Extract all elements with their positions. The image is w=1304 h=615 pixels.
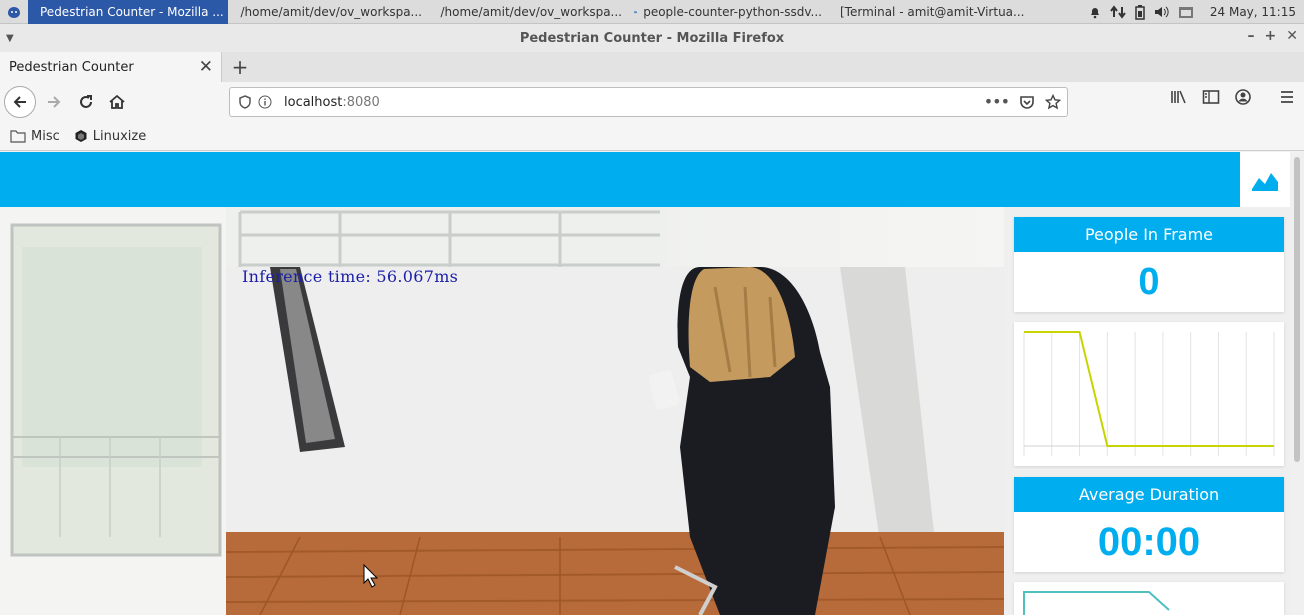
- bookmarks-toolbar: Misc Linuxize: [0, 122, 1304, 151]
- window-menu-icon[interactable]: ▼: [6, 33, 14, 44]
- address-bar[interactable]: localhost:8080 •••: [229, 87, 1068, 117]
- page-actions-icon[interactable]: •••: [984, 92, 1010, 111]
- home-button[interactable]: [103, 88, 131, 116]
- average-duration-sparkline: [1023, 591, 1170, 615]
- bookmark-linuxize[interactable]: Linuxize: [74, 129, 146, 144]
- taskbar-item-label: Pedestrian Counter - Mozilla ...: [40, 4, 224, 19]
- taskbar-item-label: [Terminal - amit@amit-Virtua...: [840, 4, 1025, 19]
- info-icon[interactable]: [255, 95, 275, 109]
- close-tab-icon[interactable]: ✕: [199, 57, 213, 77]
- library-icon[interactable]: [1170, 89, 1188, 105]
- video-frame-image: [0, 207, 1004, 615]
- average-duration-card: Average Duration 00:00: [1014, 477, 1284, 572]
- taskbar-item-firefox[interactable]: Pedestrian Counter - Mozilla ...: [28, 0, 228, 24]
- clock[interactable]: 24 May, 11:15: [1210, 5, 1296, 19]
- taskbar-item-label: /home/amit/dev/ov_workspa...: [440, 4, 622, 19]
- taskbar-item-editor-1[interactable]: /home/amit/dev/ov_workspa...: [228, 0, 428, 24]
- taskbar-item-label: /home/amit/dev/ov_workspa...: [240, 4, 422, 19]
- people-in-frame-chart-card: [1014, 322, 1284, 466]
- people-in-frame-value: 0: [1138, 260, 1160, 303]
- navigation-toolbar: localhost:8080 •••: [0, 82, 1304, 122]
- app-header-bar: [0, 152, 1240, 207]
- people-in-frame-card: People In Frame 0: [1014, 217, 1284, 312]
- battery-icon[interactable]: [1134, 4, 1146, 20]
- people-in-frame-label: People In Frame: [1014, 217, 1284, 252]
- home-icon: [109, 94, 125, 109]
- volume-icon[interactable]: [1154, 5, 1170, 19]
- url-text[interactable]: localhost:8080: [284, 95, 380, 110]
- notification-bell-icon[interactable]: [1088, 5, 1102, 19]
- tab-title: Pedestrian Counter: [9, 59, 134, 75]
- sidebar-icon[interactable]: [1202, 89, 1220, 105]
- desktop-taskbar: Pedestrian Counter - Mozilla ... /home/a…: [0, 0, 1304, 24]
- forward-button[interactable]: [40, 88, 68, 116]
- maximize-icon[interactable]: +: [1265, 28, 1277, 44]
- bookmark-label: Linuxize: [92, 128, 147, 144]
- close-window-icon[interactable]: ✕: [1286, 28, 1298, 44]
- taskbar-item-file-manager[interactable]: people-counter-python-ssdv...: [628, 0, 828, 24]
- app-menu-icon[interactable]: [0, 0, 28, 24]
- area-chart-icon: [1252, 172, 1278, 191]
- inference-time-overlay: Inference time: 56.067ms: [242, 267, 459, 286]
- video-stream: Inference time: 56.067ms: [0, 207, 1004, 615]
- average-duration-chart-card: [1014, 582, 1284, 615]
- folder-icon: [10, 130, 26, 143]
- tab-strip: Pedestrian Counter ✕ +: [0, 52, 1304, 82]
- arrow-right-icon: [48, 96, 61, 108]
- bookmark-star-icon[interactable]: [1045, 93, 1061, 110]
- page-viewport: Inference time: 56.067ms People In Frame…: [0, 152, 1304, 615]
- window-titlebar: ▼ Pedestrian Counter - Mozilla Firefox –…: [0, 24, 1304, 52]
- calendar-icon: [1178, 7, 1193, 18]
- scrollbar-thumb[interactable]: [1294, 157, 1300, 462]
- page-scrollbar[interactable]: [1290, 152, 1304, 615]
- folder-icon: [634, 10, 637, 13]
- reload-icon: [80, 95, 92, 108]
- taskbar-item-label: people-counter-python-ssdv...: [643, 4, 822, 19]
- plus-icon: +: [231, 55, 249, 79]
- average-duration-value: 00:00: [1097, 519, 1201, 564]
- new-tab-button[interactable]: +: [222, 52, 258, 82]
- average-duration-label: Average Duration: [1014, 477, 1284, 512]
- reload-button[interactable]: [72, 88, 100, 116]
- people-in-frame-sparkline: [1023, 331, 1275, 456]
- pocket-icon[interactable]: [1019, 94, 1035, 110]
- minimize-icon[interactable]: –: [1248, 28, 1255, 44]
- url-host: localhost: [284, 94, 343, 110]
- arrow-left-icon: [13, 96, 26, 108]
- sparkline-series: [1024, 331, 1274, 447]
- bookmark-misc[interactable]: Misc: [10, 129, 60, 144]
- taskbar-item-editor-2[interactable]: /home/amit/dev/ov_workspa...: [428, 0, 628, 24]
- window-title: Pedestrian Counter - Mozilla Firefox: [519, 30, 785, 46]
- url-port: :8080: [342, 94, 380, 110]
- hexagon-icon: [75, 130, 87, 142]
- system-tray: 24 May, 11:15: [1088, 0, 1304, 24]
- sparkline-series-2: [1023, 591, 1170, 615]
- hamburger-menu-icon[interactable]: [1278, 89, 1296, 105]
- account-icon[interactable]: [1234, 88, 1252, 106]
- sparkline-grid: [1023, 332, 1275, 456]
- tab-pedestrian-counter[interactable]: Pedestrian Counter ✕: [0, 52, 222, 82]
- bookmark-label: Misc: [31, 128, 60, 144]
- network-icon[interactable]: [1110, 5, 1126, 19]
- taskbar-item-terminal[interactable]: [Terminal - amit@amit-Virtua...: [828, 0, 1028, 24]
- back-button[interactable]: [4, 86, 36, 118]
- shield-icon[interactable]: [235, 95, 255, 109]
- stats-toggle-button[interactable]: [1240, 152, 1290, 207]
